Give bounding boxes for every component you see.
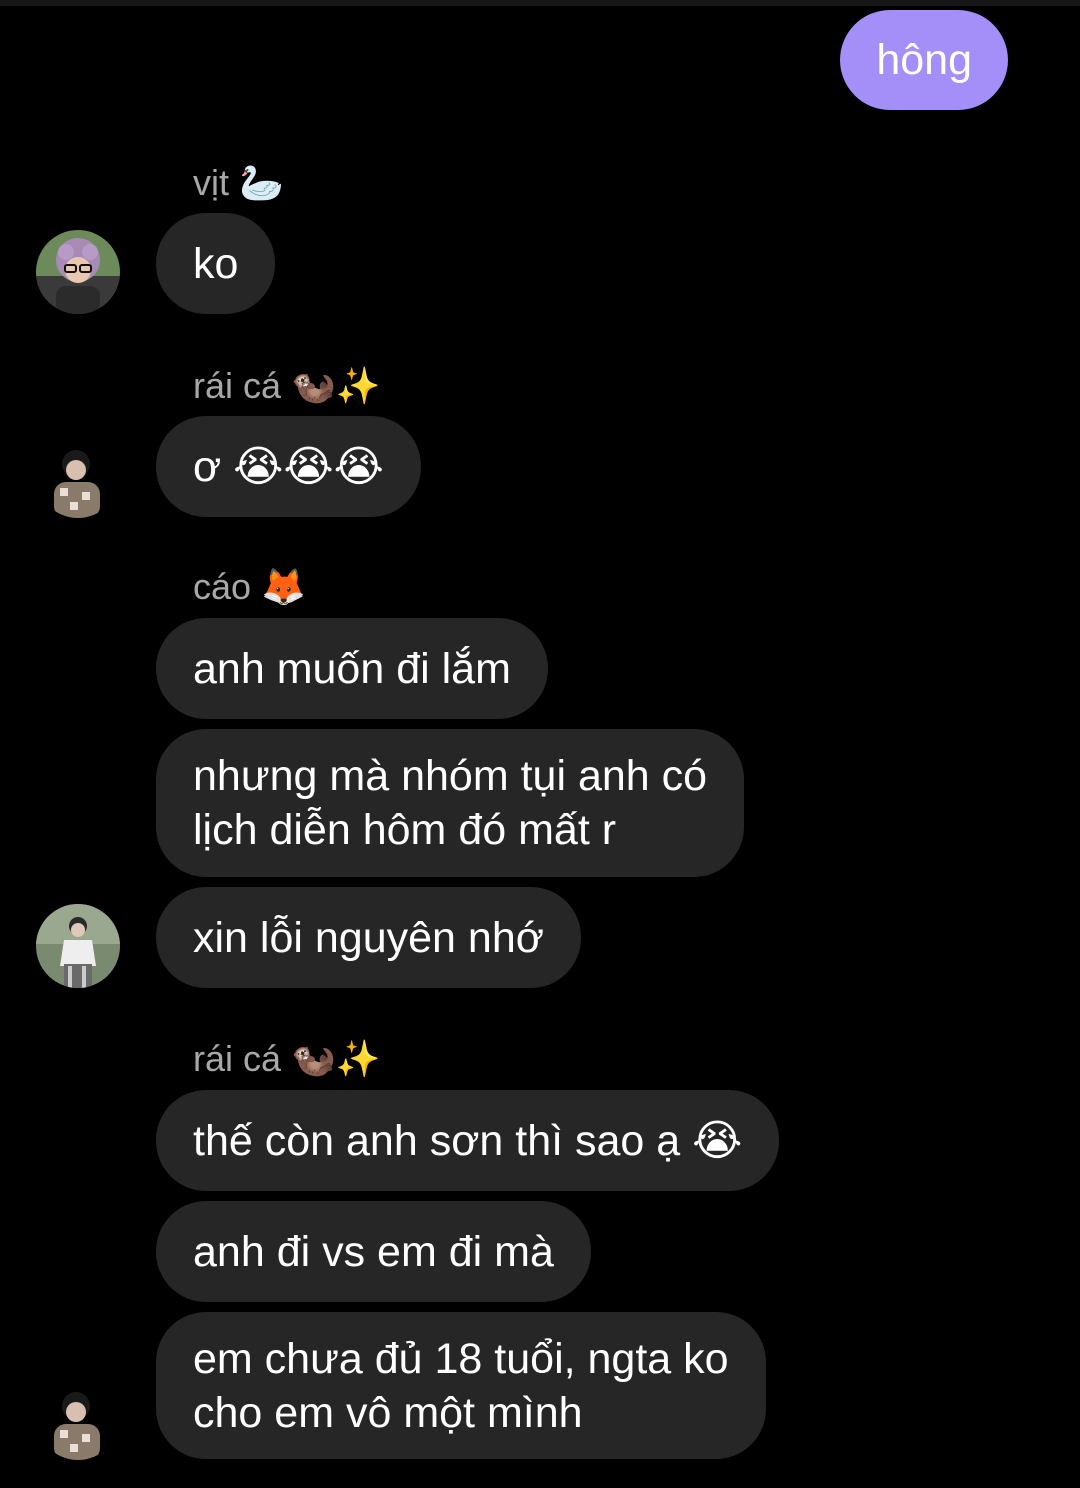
sender-name: rái cá 🦦✨ (193, 365, 381, 406)
message-text: ko (193, 239, 239, 288)
outgoing-message-bubble[interactable]: hông (840, 10, 1008, 110)
sender-name: cáo 🦊 (193, 566, 306, 607)
sender-name: rái cá 🦦✨ (193, 1038, 381, 1079)
incoming-message-bubble[interactable]: em chưa đủ 18 tuổi, ngta ko cho em vô mộ… (156, 1312, 766, 1459)
avatar-image (36, 904, 120, 988)
incoming-message-bubble[interactable]: nhưng mà nhóm tụi anh có lịch diễn hôm đ… (156, 729, 745, 877)
incoming-message-bubble[interactable]: thế còn anh sơn thì sao ạ 😭 (156, 1090, 780, 1191)
sender-name: vịt 🦢 (193, 162, 284, 203)
avatar-image (36, 434, 120, 518)
avatar[interactable] (36, 904, 120, 988)
incoming-message-bubble[interactable]: ko (156, 213, 276, 314)
message-text: hông (876, 36, 972, 84)
status-edge (0, 0, 1080, 6)
avatar[interactable] (36, 230, 120, 314)
message-text: em chưa đủ 18 tuổi, ngta ko cho em vô mộ… (193, 1334, 729, 1437)
message-text: xin lỗi nguyên nhớ (193, 913, 544, 962)
incoming-message-bubble[interactable]: anh đi vs em đi mà (156, 1201, 591, 1302)
avatar-image (36, 230, 120, 314)
message-text: anh đi vs em đi mà (193, 1227, 554, 1276)
message-text: nhưng mà nhóm tụi anh có lịch diễn hôm đ… (193, 752, 708, 854)
message-text: thế còn anh sơn thì sao ạ 😭 (193, 1116, 743, 1165)
avatar[interactable] (36, 434, 120, 518)
incoming-message-bubble[interactable]: xin lỗi nguyên nhớ (156, 887, 581, 988)
message-text: ơ 😭😭😭 (193, 442, 384, 491)
incoming-message-bubble[interactable]: anh muốn đi lắm (156, 618, 548, 719)
message-text: anh muốn đi lắm (193, 644, 511, 693)
avatar[interactable] (36, 1376, 120, 1460)
incoming-message-bubble[interactable]: ơ 😭😭😭 (156, 416, 421, 517)
avatar-image (36, 1376, 120, 1460)
